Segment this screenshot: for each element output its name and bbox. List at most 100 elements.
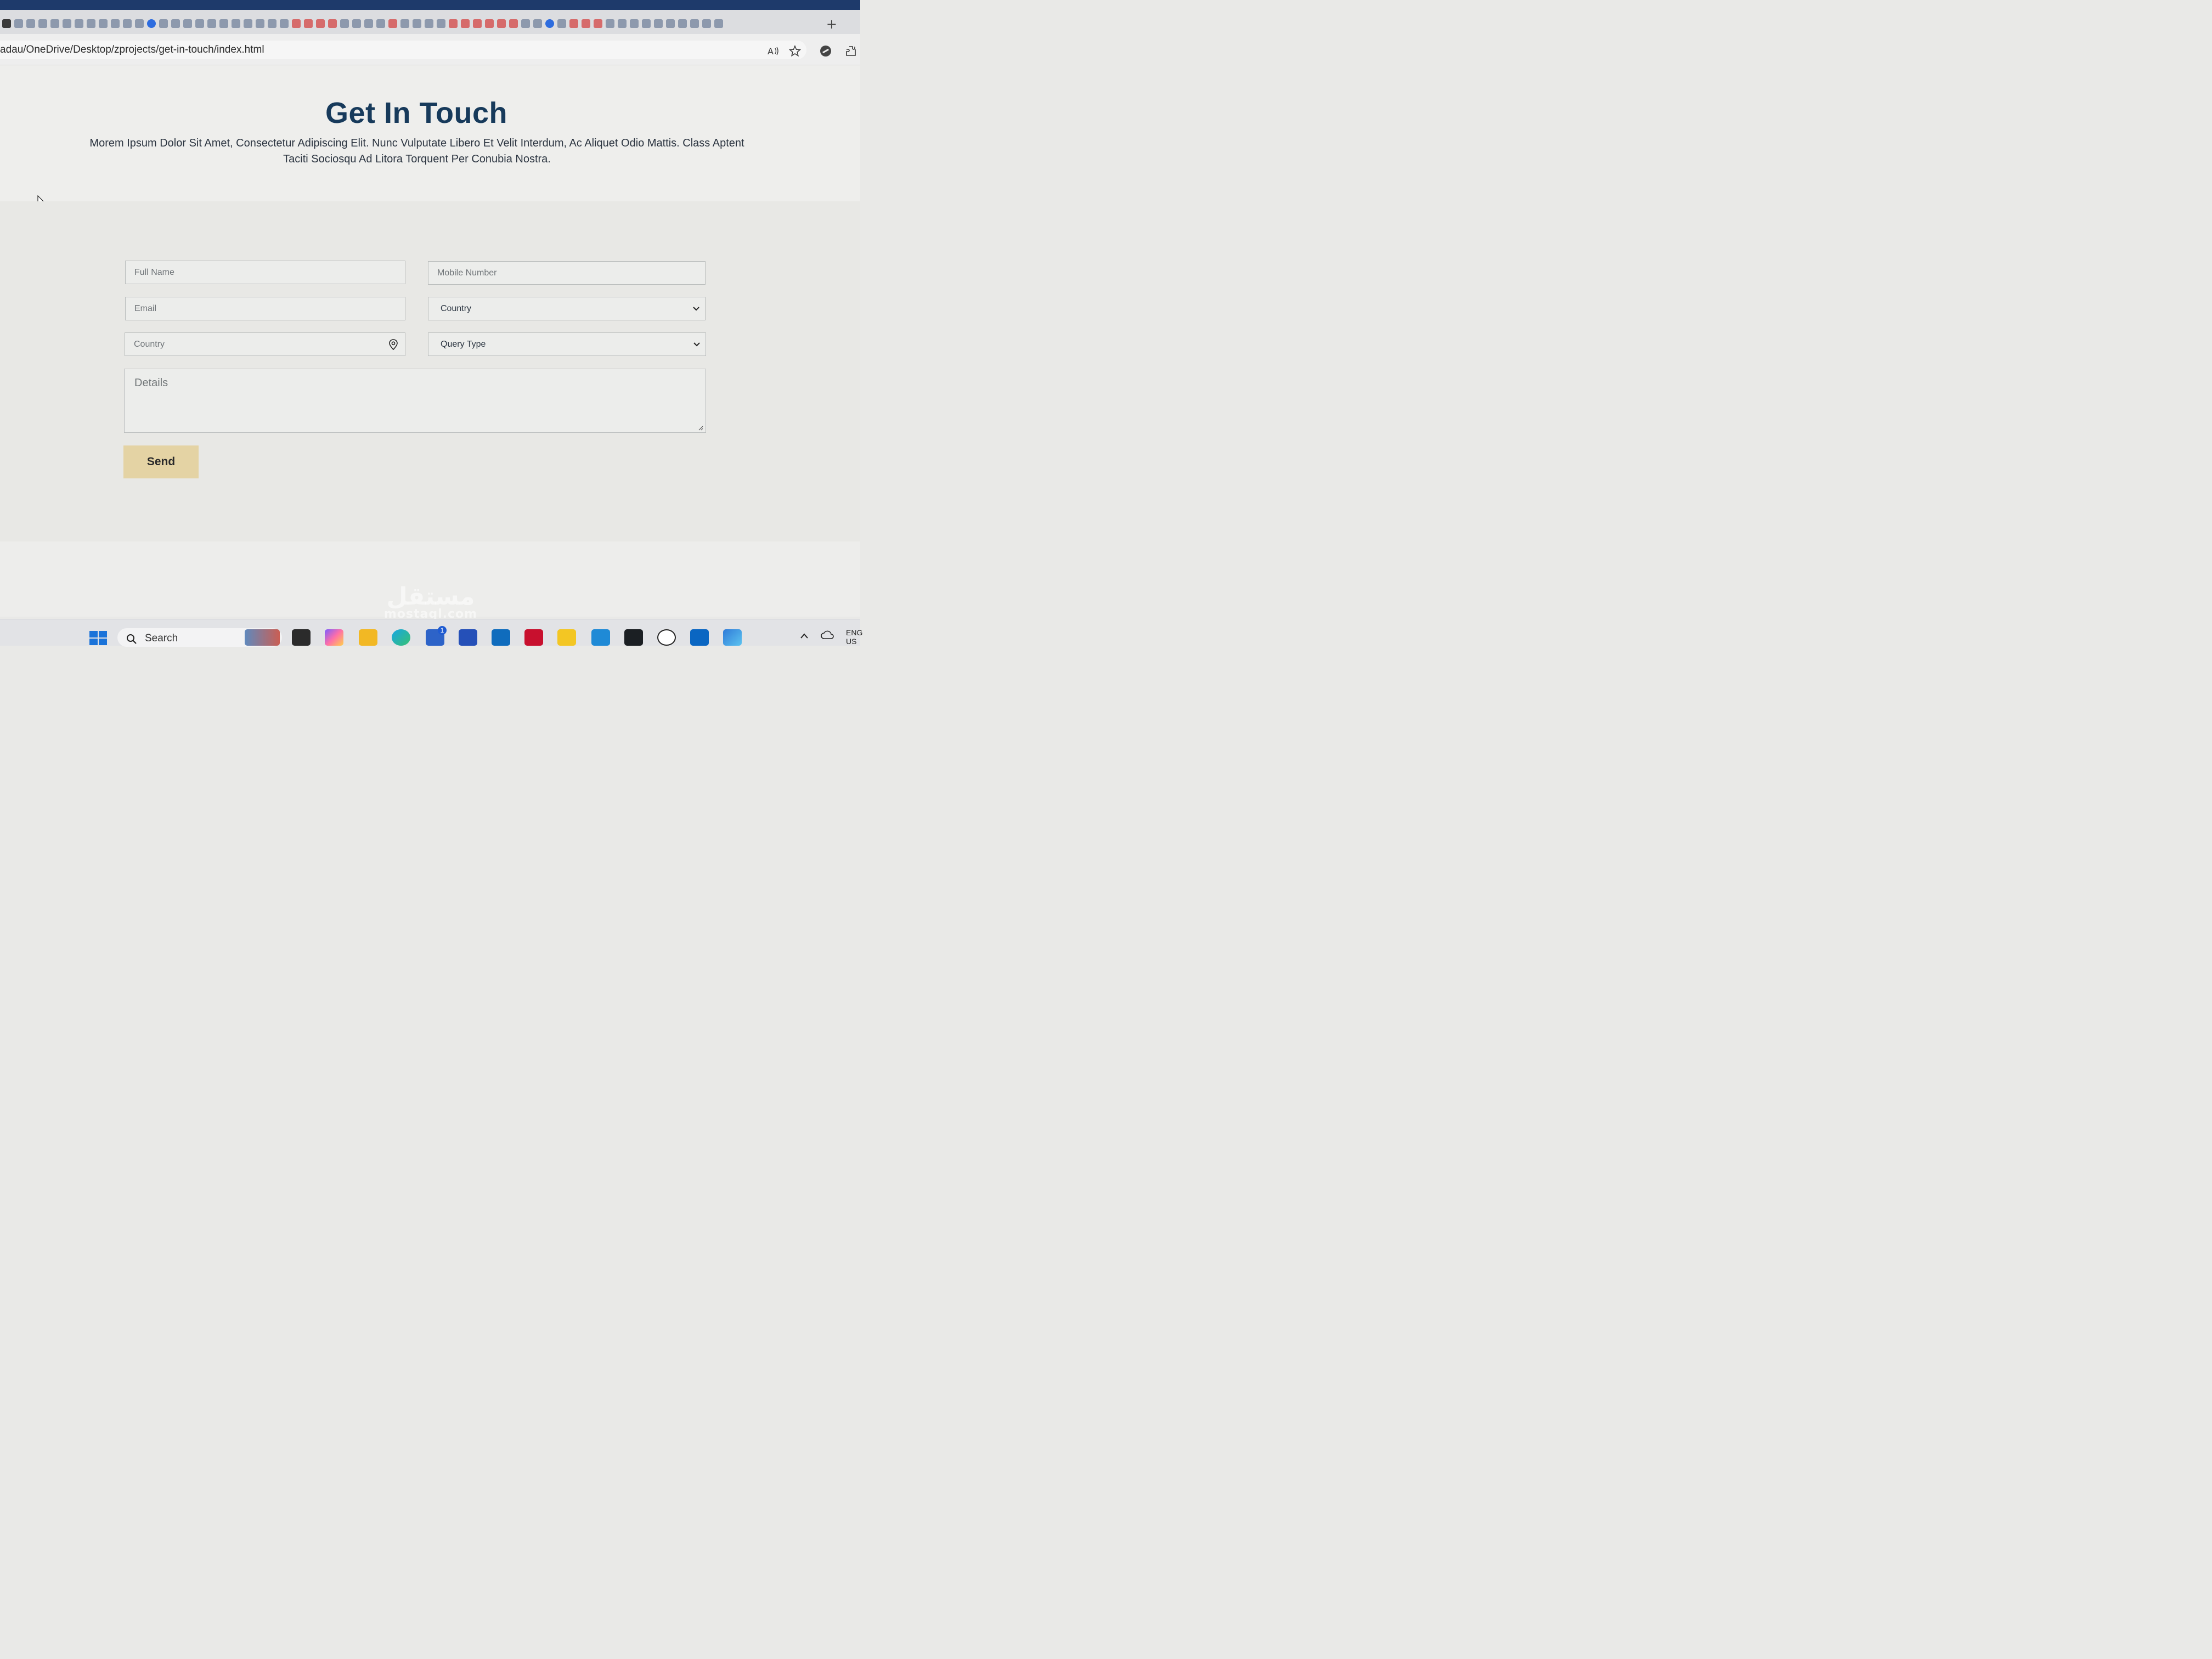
onedrive-cloud-icon[interactable] (821, 630, 834, 639)
location-pin-icon[interactable] (388, 338, 398, 350)
tab-favicon-icon[interactable] (425, 19, 433, 28)
tab-favicon-icon[interactable] (63, 19, 71, 28)
tab-favicon-icon[interactable] (219, 19, 228, 28)
tab-favicon-icon[interactable] (26, 19, 35, 28)
profile-block-icon[interactable] (820, 45, 832, 57)
send-button[interactable]: Send (123, 445, 199, 478)
country-location-input[interactable]: Country (125, 332, 405, 356)
tab-favicon-icon[interactable] (569, 19, 578, 28)
tab-favicon-icon[interactable] (630, 19, 639, 28)
tab-favicon-icon[interactable] (2, 19, 11, 28)
tab-favicon-icon[interactable] (147, 19, 156, 28)
tab-favicon-icon[interactable] (521, 19, 530, 28)
tab-favicon-icon[interactable] (702, 19, 711, 28)
vscode-icon[interactable] (591, 629, 610, 646)
country-select[interactable]: Country (428, 297, 706, 320)
read-aloud-icon[interactable]: A (767, 45, 779, 57)
photos-icon[interactable] (723, 629, 742, 646)
tab-favicon-icon[interactable] (232, 19, 240, 28)
store-icon[interactable]: 1 (426, 626, 447, 646)
tab-favicons (0, 14, 825, 33)
tab-favicon-icon[interactable] (606, 19, 614, 28)
tab-favicon-icon[interactable] (714, 19, 723, 28)
tab-favicon-icon[interactable] (304, 19, 313, 28)
query-type-select[interactable]: Query Type (428, 332, 706, 356)
tab-favicon-icon[interactable] (461, 19, 470, 28)
full-name-input[interactable]: Full Name (125, 261, 405, 284)
linkedin-icon[interactable] (690, 629, 709, 646)
tab-favicon-icon[interactable] (582, 19, 590, 28)
tab-favicon-icon[interactable] (545, 19, 554, 28)
tab-favicon-icon[interactable] (666, 19, 675, 28)
new-tab-button[interactable]: + (826, 18, 837, 31)
email-input[interactable]: Email (125, 297, 405, 320)
tab-favicon-icon[interactable] (594, 19, 602, 28)
tab-favicon-icon[interactable] (195, 19, 204, 28)
tab-favicon-icon[interactable] (87, 19, 95, 28)
tab-favicon-icon[interactable] (135, 19, 144, 28)
tasks-icon[interactable] (557, 629, 576, 646)
tab-favicon-icon[interactable] (690, 19, 699, 28)
tab-favicon-icon[interactable] (268, 19, 276, 28)
tab-favicon-icon[interactable] (449, 19, 458, 28)
taskbar: Search 1 ENG US (0, 619, 862, 647)
details-textarea[interactable]: Details (124, 369, 706, 433)
tab-favicon-icon[interactable] (557, 19, 566, 28)
widgets-icon[interactable] (245, 629, 280, 646)
tab-favicon-icon[interactable] (388, 19, 397, 28)
tab-favicon-icon[interactable] (328, 19, 337, 28)
tab-favicon-icon[interactable] (437, 19, 445, 28)
tab-favicon-icon[interactable] (159, 19, 168, 28)
tab-favicon-icon[interactable] (123, 19, 132, 28)
file-explorer-icon[interactable] (359, 629, 377, 646)
github-icon[interactable] (624, 629, 643, 646)
star-icon[interactable] (788, 45, 802, 57)
tab-favicon-icon[interactable] (292, 19, 301, 28)
tab-favicon-icon[interactable] (654, 19, 663, 28)
copilot-icon[interactable] (325, 629, 343, 646)
tab-favicon-icon[interactable] (280, 19, 289, 28)
language-indicator[interactable]: ENG US (846, 628, 862, 646)
tab-favicon-icon[interactable] (413, 19, 421, 28)
tab-favicon-icon[interactable] (364, 19, 373, 28)
task-view-icon[interactable] (292, 629, 311, 646)
mcafee-ma-icon[interactable] (459, 629, 477, 646)
tab-favicon-icon[interactable] (50, 19, 59, 28)
tab-favicon-icon[interactable] (38, 19, 47, 28)
tab-favicon-icon[interactable] (207, 19, 216, 28)
tab-favicon-icon[interactable] (352, 19, 361, 28)
tab-favicon-icon[interactable] (256, 19, 264, 28)
tab-favicon-icon[interactable] (497, 19, 506, 28)
tab-favicon-icon[interactable] (473, 19, 482, 28)
tab-favicon-icon[interactable] (75, 19, 83, 28)
tab-favicon-icon[interactable] (618, 19, 627, 28)
tab-favicon-icon[interactable] (316, 19, 325, 28)
tab-favicon-icon[interactable] (642, 19, 651, 28)
browser-tab-strip: + (0, 0, 860, 34)
url-field[interactable]: adau/OneDrive/Desktop/zprojects/get-in-t… (0, 41, 806, 59)
tab-favicon-icon[interactable] (171, 19, 180, 28)
tab-favicon-icon[interactable] (376, 19, 385, 28)
mobile-number-input[interactable]: Mobile Number (428, 261, 706, 285)
tab-favicon-icon[interactable] (183, 19, 192, 28)
chatgpt-icon[interactable] (657, 629, 676, 646)
tab-favicon-icon[interactable] (678, 19, 687, 28)
search-icon (127, 634, 137, 644)
tab-favicon-icon[interactable] (485, 19, 494, 28)
tab-favicon-icon[interactable] (400, 19, 409, 28)
tab-favicon-icon[interactable] (111, 19, 120, 28)
windows-start-icon[interactable] (89, 630, 108, 646)
chevron-up-icon[interactable] (800, 633, 809, 639)
edge-browser-icon[interactable] (392, 629, 410, 646)
extensions-icon[interactable] (845, 45, 857, 57)
tab-favicon-icon[interactable] (533, 19, 542, 28)
tab-favicon-icon[interactable] (244, 19, 252, 28)
outlook-icon[interactable] (492, 629, 510, 646)
tab-favicon-icon[interactable] (340, 19, 349, 28)
tab-favicon-icon[interactable] (99, 19, 108, 28)
mcafee-icon[interactable] (524, 629, 543, 646)
taskbar-search-label: Search (145, 633, 178, 644)
tab-favicon-icon[interactable] (509, 19, 518, 28)
resize-handle-icon[interactable] (698, 425, 703, 431)
tab-favicon-icon[interactable] (14, 19, 23, 28)
